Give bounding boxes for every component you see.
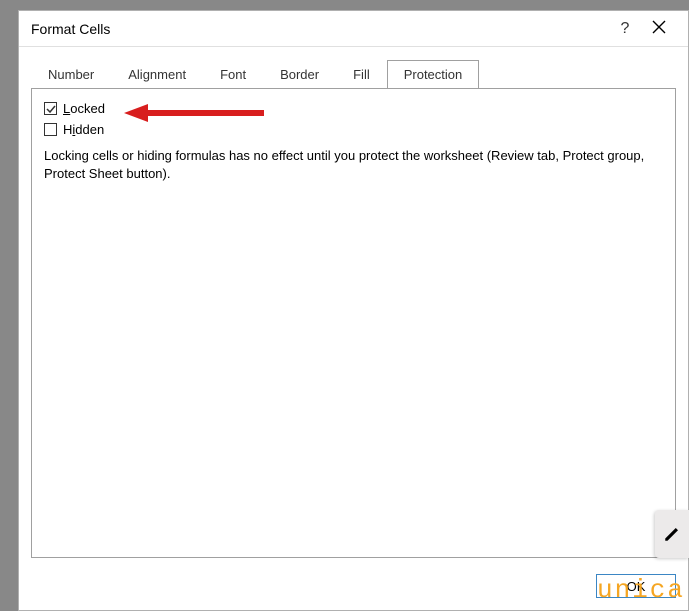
- tab-label: Protection: [404, 67, 463, 82]
- tab-border[interactable]: Border: [263, 60, 336, 89]
- dialog-footer: OK: [19, 568, 688, 610]
- backdrop-left: [0, 0, 20, 611]
- tab-font[interactable]: Font: [203, 60, 263, 89]
- ok-button-label: OK: [627, 579, 646, 594]
- corner-edit-widget[interactable]: [655, 510, 689, 558]
- tab-label: Number: [48, 67, 94, 82]
- backdrop-top: [0, 0, 689, 10]
- tab-strip: Number Alignment Font Border Fill Protec…: [19, 47, 688, 88]
- tab-label: Fill: [353, 67, 370, 82]
- tab-number[interactable]: Number: [31, 60, 111, 89]
- help-icon: ?: [621, 20, 630, 38]
- title-bar: Format Cells ?: [19, 11, 688, 47]
- tab-label: Font: [220, 67, 246, 82]
- close-icon: [652, 20, 666, 37]
- close-button[interactable]: [642, 14, 676, 44]
- tab-alignment[interactable]: Alignment: [111, 60, 203, 89]
- hidden-row: Hidden: [44, 122, 663, 137]
- protection-info-text: Locking cells or hiding formulas has no …: [44, 147, 663, 182]
- tab-protection[interactable]: Protection: [387, 60, 480, 89]
- locked-row: Locked: [44, 101, 663, 116]
- check-icon: [46, 104, 56, 114]
- tab-label: Alignment: [128, 67, 186, 82]
- tab-content-protection: Locked Hidden Locking cells or hiding fo…: [31, 88, 676, 558]
- format-cells-dialog: Format Cells ? Number Alignment Font Bor…: [18, 10, 689, 611]
- dialog-title: Format Cells: [31, 21, 608, 37]
- locked-label: Locked: [63, 101, 105, 116]
- tab-label: Border: [280, 67, 319, 82]
- ok-button[interactable]: OK: [596, 574, 676, 598]
- pencil-icon: [663, 525, 681, 543]
- hidden-checkbox[interactable]: [44, 123, 57, 136]
- help-button[interactable]: ?: [608, 14, 642, 44]
- hidden-label: Hidden: [63, 122, 104, 137]
- locked-checkbox[interactable]: [44, 102, 57, 115]
- tab-fill[interactable]: Fill: [336, 60, 387, 89]
